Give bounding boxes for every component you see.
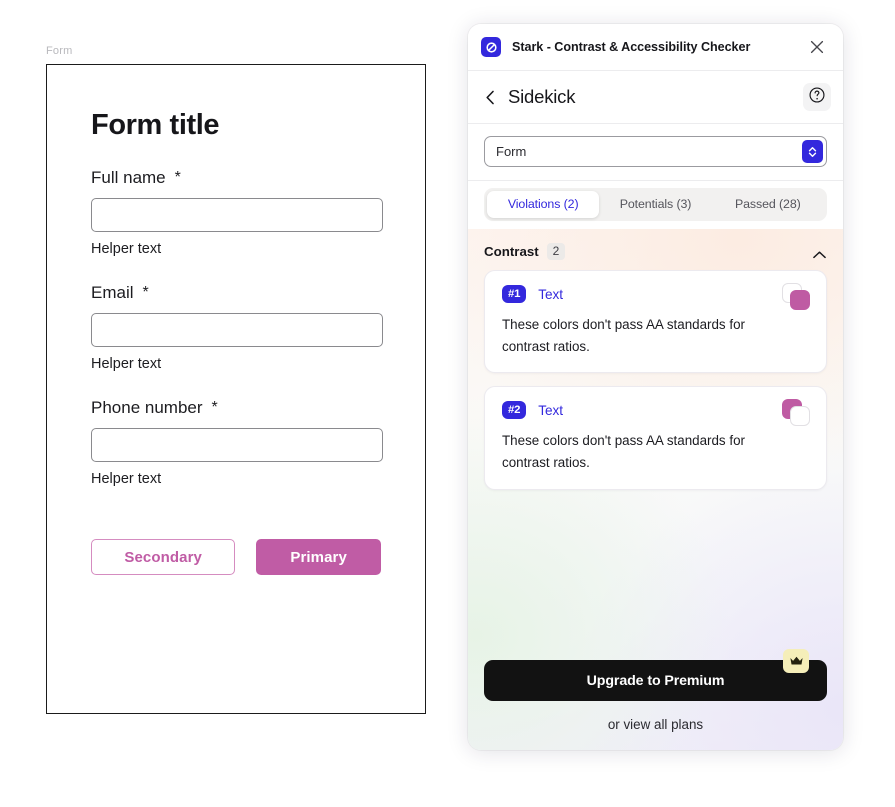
email-input[interactable] xyxy=(91,313,383,347)
issue-description: These colors don't pass AA standards for… xyxy=(502,433,745,471)
swatch-foreground-color xyxy=(790,290,810,310)
helper-text-full-name: Helper text xyxy=(91,241,162,257)
helper-text-email: Helper text xyxy=(91,356,162,372)
field-label-text: Email xyxy=(91,283,134,302)
issue-layer-link[interactable]: Text xyxy=(538,403,563,418)
chevron-up-down-icon[interactable] xyxy=(802,140,823,163)
view-all-plans-link[interactable]: or view all plans xyxy=(484,717,827,732)
scope-select-value: Form xyxy=(496,144,527,159)
plugin-nav-row: Sidekick xyxy=(468,71,843,124)
field-label-text: Phone number xyxy=(91,398,203,417)
form-body: Form title Full name * Helper text Email… xyxy=(47,65,425,575)
scope-select-row: Form xyxy=(468,124,843,181)
tab-violations[interactable]: Violations (2) xyxy=(487,191,600,218)
form-title: Form title xyxy=(91,109,220,141)
secondary-button[interactable]: Secondary xyxy=(91,539,236,575)
page-title: Sidekick xyxy=(508,86,576,107)
chevron-left-icon[interactable] xyxy=(484,89,497,106)
field-label-phone-number: Phone number * xyxy=(91,398,381,418)
plugin-content: Contrast 2 #1 Text These colors don't pa… xyxy=(468,229,843,750)
stark-logo-icon xyxy=(481,37,501,57)
issue-number-badge: #1 xyxy=(502,285,527,303)
chevron-up-icon[interactable] xyxy=(812,247,827,258)
crown-icon xyxy=(783,649,809,673)
phone-number-input[interactable] xyxy=(91,428,383,462)
screen: Form Form title Full name * Helper text … xyxy=(0,0,895,807)
required-asterisk: * xyxy=(211,399,218,416)
tab-bar: Violations (2) Potentials (3) Passed (28… xyxy=(484,188,827,221)
field-full-name: Full name * Helper text xyxy=(91,168,383,257)
field-email: Email * Helper text xyxy=(91,283,383,372)
form-frame: Form title Full name * Helper text Email… xyxy=(46,64,426,714)
plugin-titlebar: Stark - Contrast & Accessibility Checker xyxy=(468,24,843,71)
issue-card[interactable]: #2 Text These colors don't pass AA stand… xyxy=(484,386,827,490)
primary-button[interactable]: Primary xyxy=(256,539,381,575)
field-phone-number: Phone number * Helper text xyxy=(91,398,383,487)
required-asterisk: * xyxy=(142,284,149,301)
section-title: Contrast xyxy=(484,244,539,259)
tabs-row: Violations (2) Potentials (3) Passed (28… xyxy=(468,181,843,229)
swatch-foreground-color xyxy=(790,406,810,427)
helper-text-phone-number: Helper text xyxy=(91,471,162,487)
help-button[interactable] xyxy=(803,83,831,111)
form-button-row: Secondary Primary xyxy=(91,539,381,575)
field-label-email: Email * xyxy=(91,283,381,303)
issue-card[interactable]: #1 Text These colors don't pass AA stand… xyxy=(484,270,827,374)
color-pair-swatch[interactable] xyxy=(782,283,812,311)
upgrade-button-label: Upgrade to Premium xyxy=(586,672,725,689)
upgrade-section: Upgrade to Premium or view all plans xyxy=(468,649,843,750)
field-label-text: Full name xyxy=(91,168,166,187)
contrast-section-header[interactable]: Contrast 2 xyxy=(468,229,843,270)
color-pair-swatch[interactable] xyxy=(782,399,812,427)
issue-description: These colors don't pass AA standards for… xyxy=(502,317,745,354)
issue-layer-link[interactable]: Text xyxy=(538,287,563,302)
upgrade-to-premium-button[interactable]: Upgrade to Premium xyxy=(484,649,827,701)
close-icon[interactable] xyxy=(807,37,827,57)
required-asterisk: * xyxy=(174,169,181,186)
canvas-frame-label: Form xyxy=(46,45,73,57)
issue-card-list: #1 Text These colors don't pass AA stand… xyxy=(468,270,843,503)
stark-plugin-panel: Stark - Contrast & Accessibility Checker… xyxy=(468,24,843,750)
scope-select[interactable]: Form xyxy=(484,136,827,167)
full-name-input[interactable] xyxy=(91,198,383,232)
issue-card-header: #2 Text xyxy=(502,401,812,420)
plugin-title: Stark - Contrast & Accessibility Checker xyxy=(512,40,751,54)
field-label-full-name: Full name * xyxy=(91,168,381,188)
tab-passed[interactable]: Passed (28) xyxy=(712,191,824,218)
issue-number-badge: #2 xyxy=(502,401,527,420)
issue-card-header: #1 Text xyxy=(502,285,812,303)
section-count-badge: 2 xyxy=(546,243,566,260)
tab-potentials[interactable]: Potentials (3) xyxy=(599,191,711,218)
question-mark-icon xyxy=(808,86,826,109)
